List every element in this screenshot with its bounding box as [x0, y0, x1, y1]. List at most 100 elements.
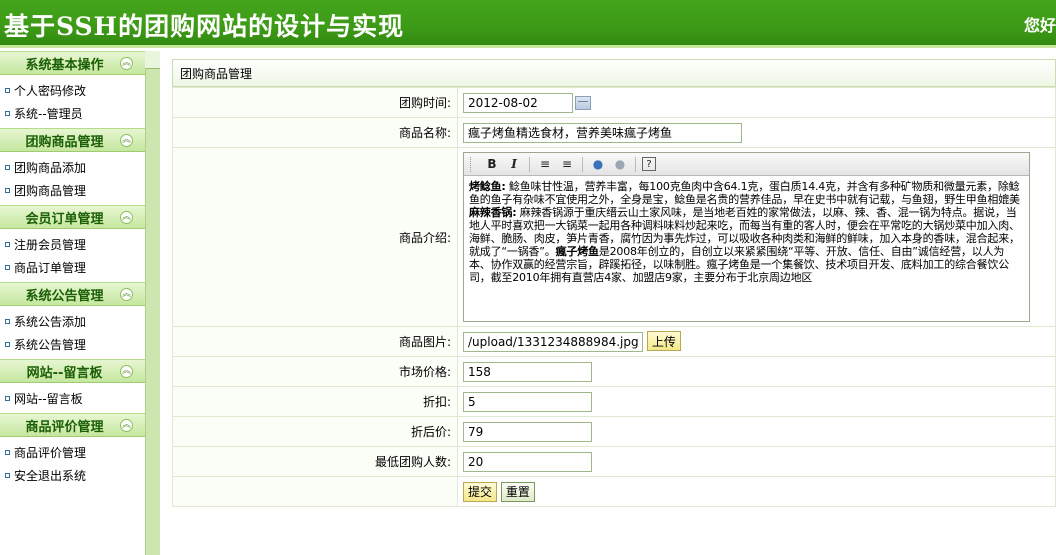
sidebar-splitter[interactable]	[145, 51, 160, 555]
collapse-icon[interactable]: ︽	[120, 419, 133, 432]
collapse-icon[interactable]: ︽	[120, 365, 133, 378]
sidebar-item-guestbook[interactable]: 网站--留言板	[0, 387, 145, 410]
goods-name-field[interactable]	[463, 122, 742, 143]
form-row-discounted-price: 折后价:	[172, 416, 1056, 447]
collapse-icon[interactable]: ︽	[120, 134, 133, 147]
bullet-icon	[5, 111, 10, 116]
bullet-icon	[5, 396, 10, 401]
form-row-image: 商品图片: 上传	[172, 326, 1056, 357]
bullet-icon	[5, 165, 10, 170]
bullet-icon	[5, 319, 10, 324]
toolbar-separator	[635, 156, 636, 172]
site-title: 基于SSH的团购网站的设计与实现	[4, 12, 405, 41]
sidebar-item-label: 安全退出系统	[14, 469, 87, 483]
sidebar-item-label: 网站--留言板	[14, 392, 83, 406]
sidebar-group-title: 会员订单管理	[25, 211, 104, 227]
market-price-field[interactable]	[463, 361, 592, 382]
image-label: 商品图片:	[172, 326, 458, 357]
sidebar-group: 系统公告管理 ︽ 系统公告添加 系统公告管理	[0, 282, 145, 359]
sidebar-group-title: 商品评价管理	[25, 419, 104, 435]
sidebar-group-title: 系统基本操作	[25, 57, 104, 73]
sidebar-item-label: 团购商品管理	[14, 184, 87, 198]
sidebar-item-members[interactable]: 注册会员管理	[0, 233, 145, 256]
bullet-icon	[5, 342, 10, 347]
sidebar-item-admin[interactable]: 系统--管理员	[0, 102, 145, 125]
editor-content[interactable]: 烤鲶鱼: 鲶鱼味甘性温，营养丰富，每100克鱼肉中含64.1克，蛋白质14.4克…	[464, 176, 1029, 321]
italic-icon[interactable]: I	[505, 156, 523, 173]
editor-bold-text: 烤鲶鱼:	[469, 180, 506, 193]
name-label: 商品名称:	[172, 117, 458, 148]
form-row-date: 团购时间:	[172, 87, 1056, 118]
sidebar-group-header[interactable]: 网站--留言板 ︽	[0, 359, 145, 383]
bullet-icon	[5, 188, 10, 193]
sidebar-group-title: 网站--留言板	[26, 365, 103, 381]
sidebar-item-goods-add[interactable]: 团购商品添加	[0, 156, 145, 179]
sidebar-item-reviews[interactable]: 商品评价管理	[0, 441, 145, 464]
bold-icon[interactable]: B	[483, 156, 501, 173]
sidebar-group-header[interactable]: 系统基本操作 ︽	[0, 51, 145, 75]
sidebar-item-notice-manage[interactable]: 系统公告管理	[0, 333, 145, 356]
collapse-icon[interactable]: ︽	[120, 211, 133, 224]
header: 基于SSH的团购网站的设计与实现 您好	[0, 0, 1056, 48]
help-icon[interactable]: ?	[642, 157, 656, 171]
sidebar-item-label: 商品评价管理	[14, 446, 87, 460]
editor-bold-text: 瘋子烤鱼	[555, 245, 599, 258]
discount-field[interactable]	[463, 391, 592, 412]
sidebar-item-notice-add[interactable]: 系统公告添加	[0, 310, 145, 333]
actions-label-cell	[172, 476, 458, 507]
min-buyers-field[interactable]	[463, 451, 592, 472]
sidebar-group-header[interactable]: 系统公告管理 ︽	[0, 282, 145, 306]
collapse-icon[interactable]: ︽	[120, 57, 133, 70]
discount-label: 折扣:	[172, 386, 458, 417]
bullet-icon	[5, 265, 10, 270]
sidebar-item-logout[interactable]: 安全退出系统	[0, 464, 145, 487]
form-row-actions: 提交 重置	[172, 476, 1056, 507]
main-panel: 团购商品管理 团购时间: 商品名称: 商品介绍: B I	[172, 59, 1056, 555]
sidebar-item-label: 个人密码修改	[14, 84, 87, 98]
bullet-icon	[5, 242, 10, 247]
sidebar-item-label: 团购商品添加	[14, 161, 87, 175]
discounted-price-label: 折后价:	[172, 416, 458, 447]
date-label: 团购时间:	[172, 87, 458, 118]
form-row-name: 商品名称:	[172, 117, 1056, 148]
form-row-discount: 折扣:	[172, 386, 1056, 417]
sidebar-item-label: 系统公告添加	[14, 315, 87, 329]
link-icon[interactable]: ●	[589, 156, 607, 173]
reset-button[interactable]: 重置	[500, 481, 535, 502]
discounted-price-field[interactable]	[463, 421, 592, 442]
sidebar-item-password[interactable]: 个人密码修改	[0, 79, 145, 102]
sidebar-item-label: 系统公告管理	[14, 338, 87, 352]
intro-label: 商品介绍:	[172, 147, 458, 327]
min-buyers-label: 最低团购人数:	[172, 446, 458, 477]
sidebar-group: 团购商品管理 ︽ 团购商品添加 团购商品管理	[0, 128, 145, 205]
rich-text-editor[interactable]: B I ≡ ≡ ● ● ? 烤鲶鱼: 鲶鱼味甘性温，营养丰富，每100克鱼肉中含…	[463, 152, 1030, 322]
sidebar: 系统基本操作 ︽ 个人密码修改 系统--管理员 团购商品管理 ︽ 团购商品添加 …	[0, 51, 145, 555]
form-row-market-price: 市场价格:	[172, 356, 1056, 387]
upload-button[interactable]: 上传	[646, 331, 681, 352]
sidebar-group-header[interactable]: 商品评价管理 ︽	[0, 413, 145, 437]
toolbar-grip-icon	[470, 156, 473, 172]
sidebar-item-orders[interactable]: 商品订单管理	[0, 256, 145, 279]
unordered-list-icon[interactable]: ≡	[558, 156, 576, 173]
sidebar-group-title: 系统公告管理	[25, 288, 104, 304]
editor-bold-text: 麻辣香锅:	[469, 206, 517, 219]
collapse-icon[interactable]: ︽	[120, 288, 133, 301]
toolbar-separator	[582, 156, 583, 172]
welcome-text: 您好	[1023, 16, 1056, 35]
date-field[interactable]	[463, 92, 573, 113]
ordered-list-icon[interactable]: ≡	[536, 156, 554, 173]
sidebar-splitter-cap	[145, 51, 160, 69]
sidebar-item-goods-manage[interactable]: 团购商品管理	[0, 179, 145, 202]
toolbar-separator	[529, 156, 530, 172]
sidebar-group: 系统基本操作 ︽ 个人密码修改 系统--管理员	[0, 51, 145, 128]
calendar-icon[interactable]	[575, 95, 591, 110]
form-row-intro: 商品介绍: B I ≡ ≡ ● ● ? 烤鲶鱼: 鲶鱼味甘性温，营养丰富，每10…	[172, 147, 1056, 327]
image-path-field[interactable]	[463, 331, 643, 352]
sidebar-group-header[interactable]: 团购商品管理 ︽	[0, 128, 145, 152]
form-row-min-buyers: 最低团购人数:	[172, 446, 1056, 477]
unlink-icon[interactable]: ●	[611, 156, 629, 173]
submit-button[interactable]: 提交	[463, 481, 498, 502]
sidebar-group-header[interactable]: 会员订单管理 ︽	[0, 205, 145, 229]
editor-text: 鲶鱼味甘性温，营养丰富，每100克鱼肉中含64.1克，蛋白质14.4克，并含有多…	[469, 180, 1020, 206]
sidebar-item-label: 商品订单管理	[14, 261, 87, 275]
